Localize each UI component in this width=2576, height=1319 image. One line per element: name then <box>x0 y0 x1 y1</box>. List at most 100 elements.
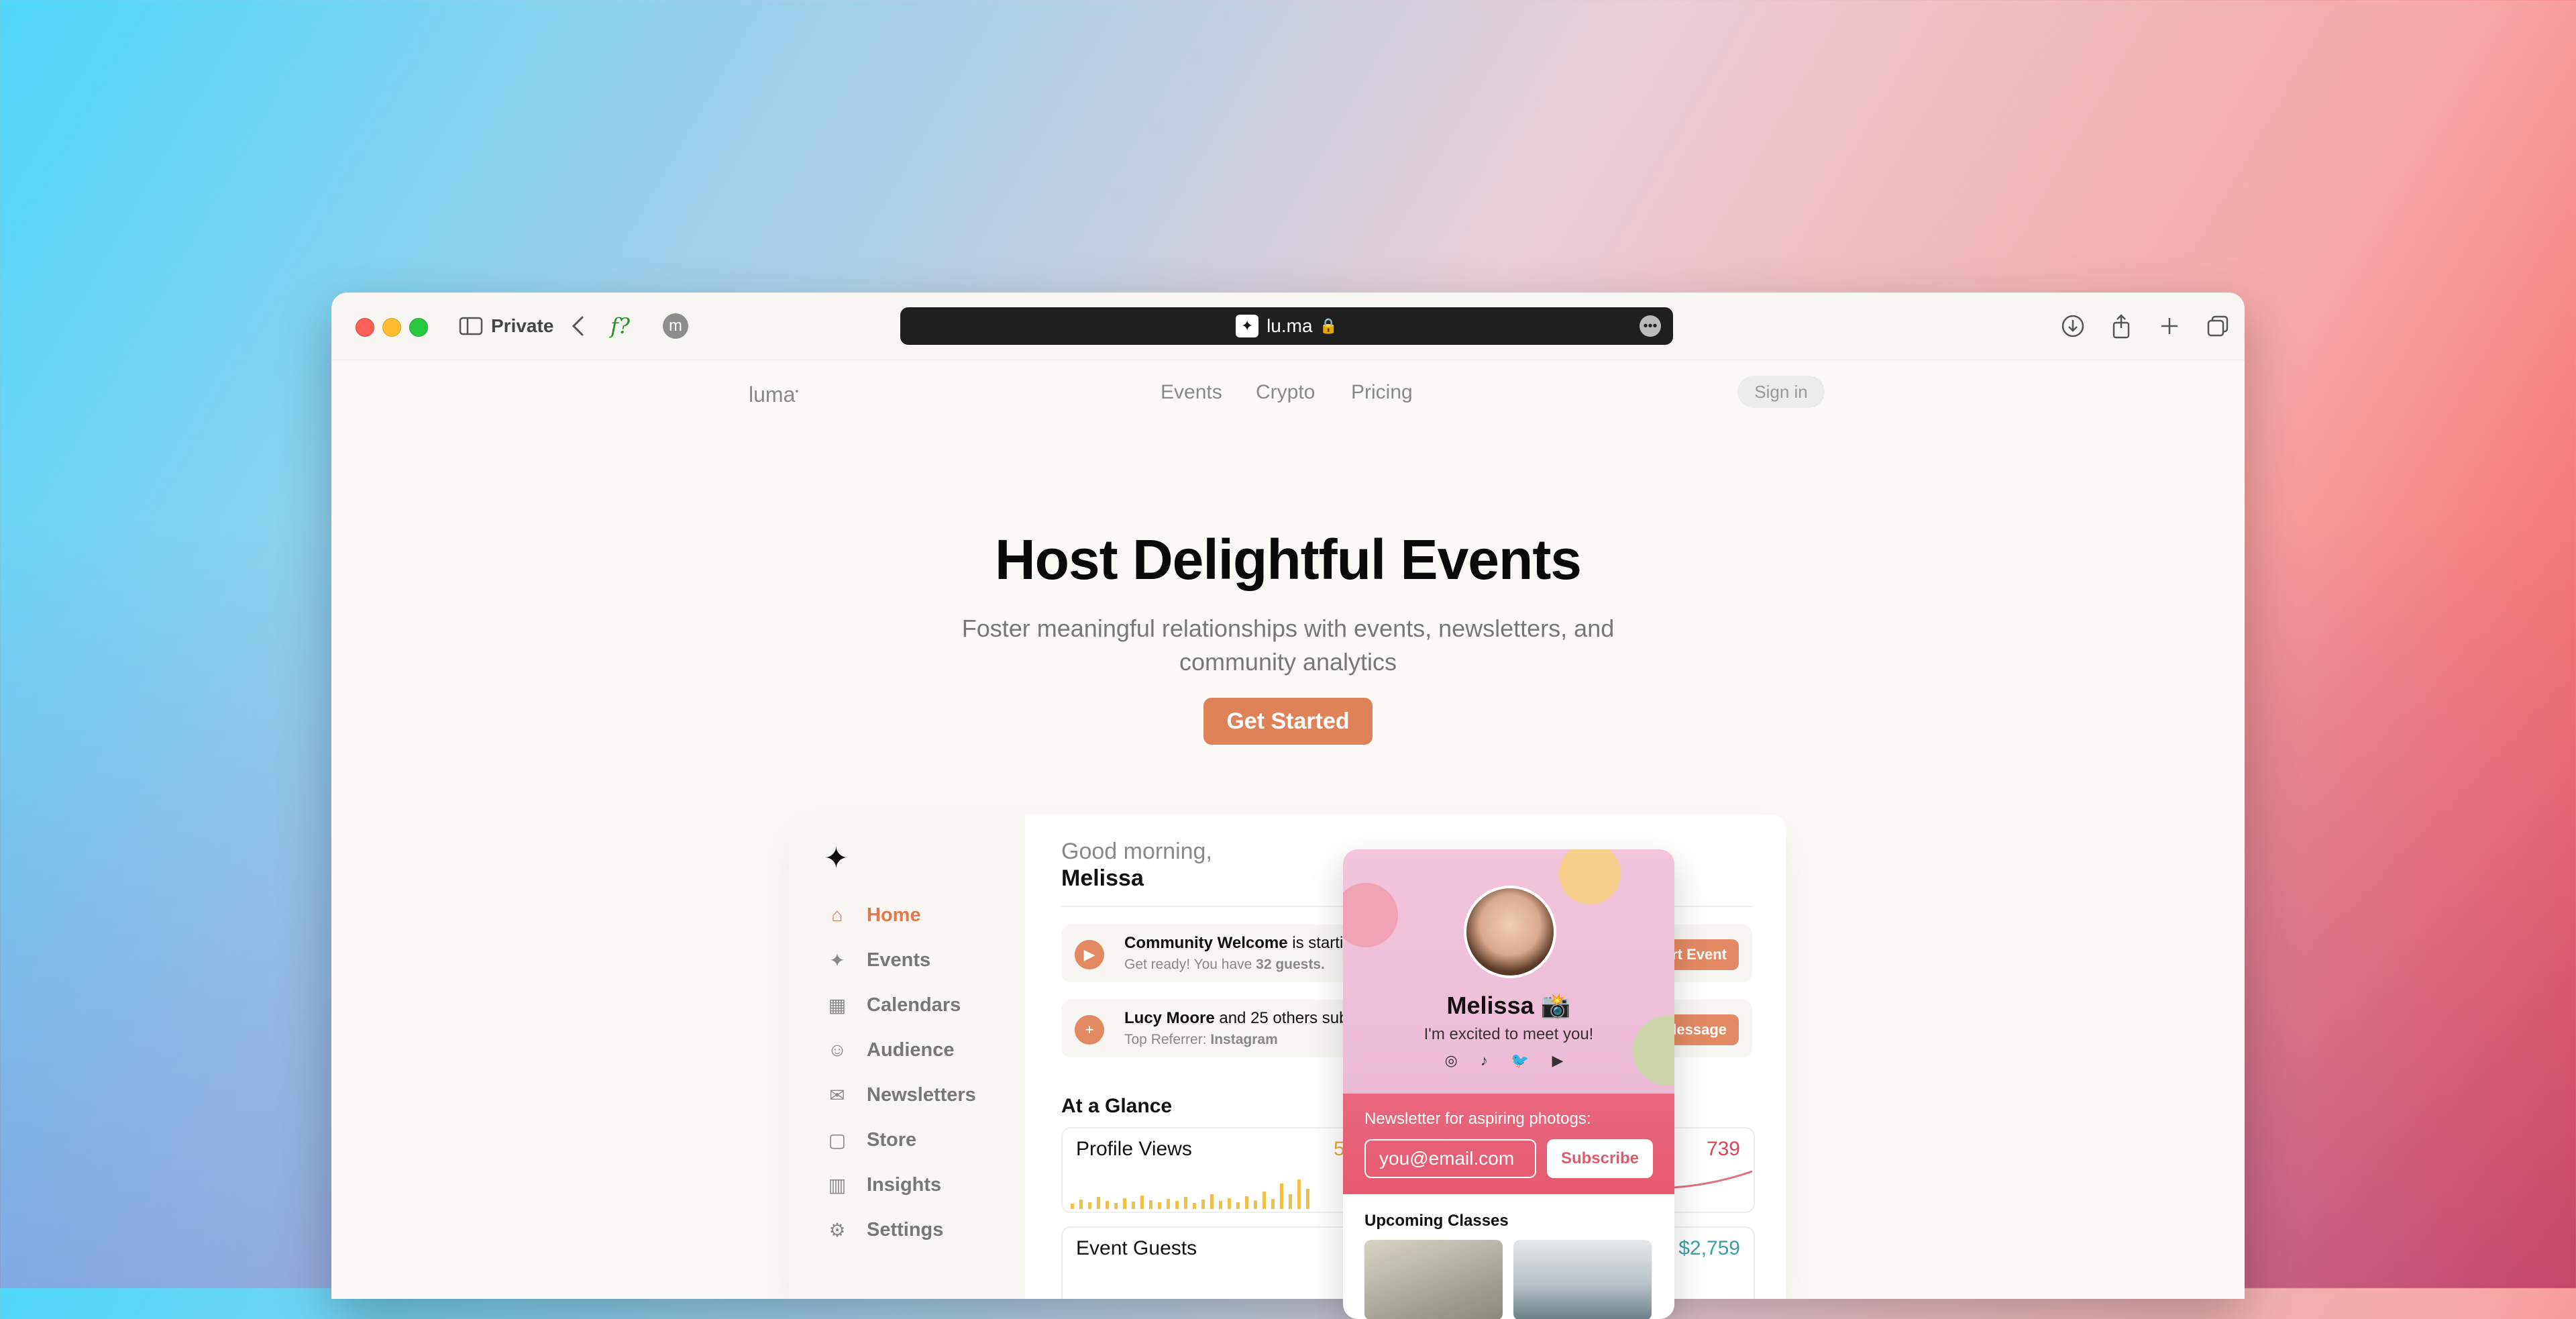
people-icon: ☺ <box>827 1039 847 1060</box>
party-icon: ✦ <box>829 949 845 971</box>
sparkline-bar <box>1236 1202 1240 1209</box>
zoom-window-button[interactable] <box>409 318 428 337</box>
greeting-user: Melissa <box>1061 865 1144 891</box>
sparkline-bar <box>1132 1202 1135 1209</box>
chart-icon: ▥ <box>828 1174 847 1196</box>
logo-text: luma <box>749 382 796 407</box>
minimize-window-button[interactable] <box>382 318 401 337</box>
sidebar-item-label: Audience <box>867 1039 955 1061</box>
sidebar-item-label: Store <box>867 1128 917 1151</box>
notice-title: Community Welcome is startin <box>1124 934 1352 952</box>
close-window-button[interactable] <box>356 318 374 337</box>
sparkline-bar <box>1271 1199 1275 1209</box>
sparkline-bar <box>1097 1197 1100 1209</box>
luma-logo[interactable]: luma• <box>749 382 798 407</box>
sparkline-bar <box>1184 1197 1187 1209</box>
profile-name: Melissa 📸 <box>1446 992 1571 1019</box>
browser-titlebar: Private f? m ✦ lu.ma 🔒 ••• <box>331 293 2245 360</box>
download-icon[interactable] <box>2059 313 2086 339</box>
get-started-button[interactable]: Get Started <box>1203 698 1373 745</box>
sparkline-bar <box>1306 1189 1309 1209</box>
profile-avatar[interactable]: m <box>663 313 688 339</box>
sidebar-item-label: Settings <box>867 1218 944 1241</box>
more-options-icon[interactable]: ••• <box>1640 315 1661 337</box>
sidebar-item-label: Newsletters <box>867 1084 976 1106</box>
subscribe-button[interactable]: Subscribe <box>1547 1139 1653 1178</box>
sparkline-bar <box>1219 1201 1222 1209</box>
url-text: lu.ma <box>1267 315 1313 336</box>
sparkline-bar <box>1140 1196 1144 1209</box>
lock-icon: 🔒 <box>1319 317 1338 334</box>
newsletter-section: Newsletter for aspiring photogs: you@ema… <box>1343 1094 1674 1194</box>
sparkline-bar <box>1114 1203 1118 1209</box>
sparkline-bar <box>1210 1194 1214 1209</box>
sidebar-item-insights[interactable]: ▥ Insights <box>824 1171 941 1198</box>
profile-card: Melissa 📸 I'm excited to meet you! ◎ ♪ 🐦… <box>1343 849 1674 1319</box>
sparkle-logo-icon: ✦ <box>824 842 849 875</box>
sparkline-bar <box>1201 1200 1205 1209</box>
profile-avatar-photo <box>1464 886 1556 978</box>
sparkline-bar <box>1158 1202 1161 1209</box>
bag-icon: ▢ <box>828 1129 847 1151</box>
sidebar-item-label: Insights <box>867 1173 942 1196</box>
nav-crypto[interactable]: Crypto <box>1256 381 1315 404</box>
card-title: Profile Views <box>1076 1138 1192 1160</box>
newsletter-title: Newsletter for aspiring photogs: <box>1364 1110 1591 1128</box>
nav-pricing[interactable]: Pricing <box>1351 381 1413 404</box>
sparkline-bar <box>1175 1201 1179 1209</box>
sparkline-bar <box>1254 1200 1257 1209</box>
card-value: 739 <box>1706 1138 1740 1160</box>
sparkline-bar <box>1088 1202 1091 1209</box>
card-title: Event Guests <box>1076 1237 1197 1259</box>
home-icon: ⌂ <box>831 904 843 925</box>
views-trend-line <box>1673 1170 1753 1189</box>
sidebar-item-calendars[interactable]: ▦ Calendars <box>824 992 961 1018</box>
calendar-icon: ▦ <box>828 994 847 1016</box>
address-bar[interactable]: ✦ lu.ma 🔒 ••• <box>900 307 1673 345</box>
back-icon[interactable] <box>570 313 590 339</box>
sparkline-bar <box>1228 1198 1231 1209</box>
site-favicon-icon: ✦ <box>1236 315 1259 337</box>
nav-events[interactable]: Events <box>1161 381 1222 404</box>
social-icons[interactable]: ◎ ♪ 🐦 ▶ <box>1343 1052 1674 1069</box>
email-input[interactable]: you@email.com <box>1364 1139 1536 1178</box>
new-tab-icon[interactable] <box>2156 313 2183 339</box>
add-user-icon: + <box>1075 1015 1104 1045</box>
share-icon[interactable] <box>2108 313 2135 339</box>
tab-overview-icon[interactable] <box>2204 313 2231 339</box>
sidebar-item-label: Calendars <box>867 994 961 1016</box>
sidebar-item-audience[interactable]: ☺ Audience <box>824 1037 955 1063</box>
sparkline-bar <box>1297 1179 1301 1209</box>
class-thumbnail-camera[interactable] <box>1364 1240 1503 1319</box>
sparkline-bar <box>1106 1201 1109 1209</box>
sparkline-bar <box>1280 1183 1283 1209</box>
sparkline-bar <box>1149 1200 1152 1209</box>
browser-window: Private f? m ✦ lu.ma 🔒 ••• luma• Events … <box>331 293 2245 1299</box>
sparkline-bar <box>1193 1203 1196 1209</box>
sign-in-button[interactable]: Sign in <box>1737 376 1825 408</box>
sparkline-bar <box>1263 1192 1266 1209</box>
sparkline-bar <box>1123 1198 1126 1209</box>
sidebar-item-home[interactable]: ⌂ Home <box>824 902 921 929</box>
mail-icon: ✉ <box>829 1084 845 1106</box>
upcoming-classes-heading: Upcoming Classes <box>1364 1212 1509 1230</box>
class-thumbnail-landscape[interactable] <box>1513 1240 1652 1319</box>
sidebar-item-settings[interactable]: ⚙ Settings <box>824 1216 943 1243</box>
extension-icon[interactable]: f? <box>610 313 630 339</box>
sparkline-bar <box>1071 1204 1074 1209</box>
macaron-decoration <box>1343 883 1398 947</box>
notice-detail: Top Referrer: Instagram <box>1124 1032 1278 1047</box>
macaron-decoration <box>1559 849 1621 904</box>
sidebar-item-events[interactable]: ✦ Events <box>824 947 930 973</box>
notice-detail: Get ready! You have 32 guests. <box>1124 957 1325 972</box>
sidebar-item-store[interactable]: ▢ Store <box>824 1126 916 1153</box>
sidebar-item-label: Events <box>867 949 931 971</box>
private-label: Private <box>491 315 554 336</box>
sidebar-item-label: Home <box>867 904 921 926</box>
gear-icon: ⚙ <box>828 1219 846 1241</box>
sidebar-toggle-icon[interactable] <box>459 313 483 339</box>
notice-title: Lucy Moore and 25 others sub <box>1124 1009 1348 1027</box>
hero-subtitle: Foster meaningful relationships with eve… <box>961 615 1615 676</box>
video-icon: ▶ <box>1075 940 1104 969</box>
sidebar-item-newsletters[interactable]: ✉ Newsletters <box>824 1081 976 1108</box>
